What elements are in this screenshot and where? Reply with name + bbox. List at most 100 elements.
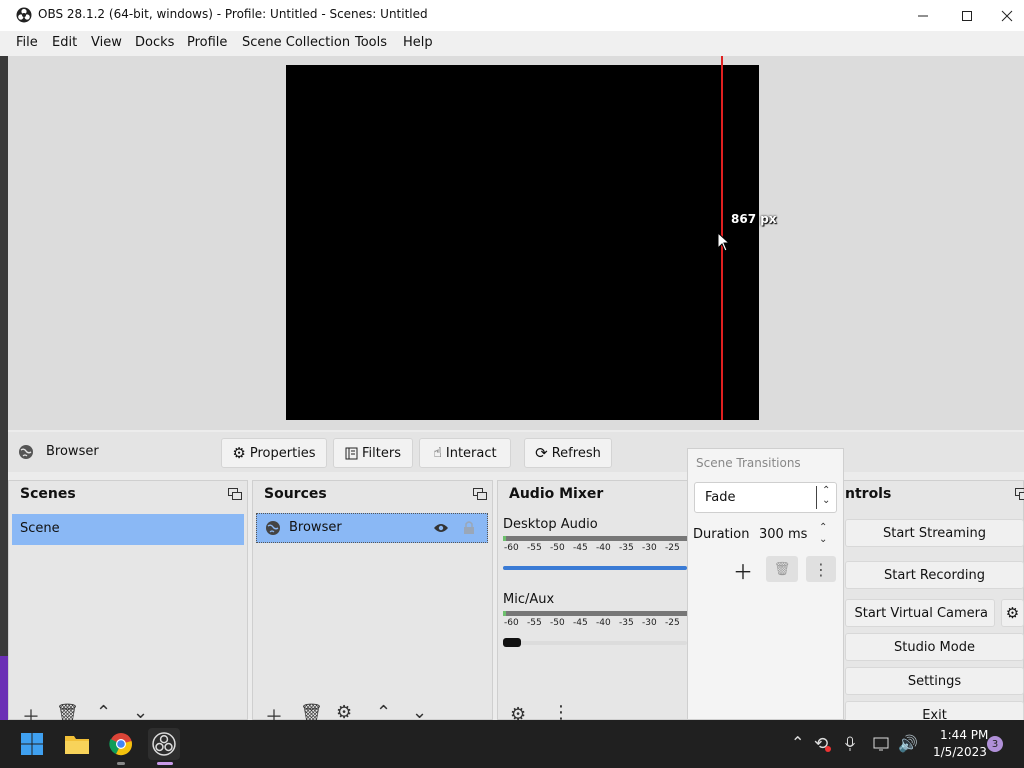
obs-logo-icon [152, 732, 176, 756]
virtual-camera-settings-gear-icon[interactable]: ⚙ [1001, 599, 1024, 627]
notification-badge[interactable]: 3 [987, 736, 1003, 752]
move-source-up-icon[interactable]: ⌃ [376, 702, 391, 720]
filters-button[interactable]: Filters [333, 438, 413, 468]
meter-tick-label: -40 [596, 543, 611, 553]
minimize-button[interactable] [900, 0, 946, 31]
remove-scene-icon[interactable]: 🗑 [56, 703, 79, 720]
close-button[interactable] [990, 0, 1024, 31]
desktop-audio-scale: -60 -55 -50 -45 -40 -35 -30 -25 [503, 543, 687, 555]
meter-tick-label: -25 [665, 543, 680, 553]
mic-aux-scale: -60 -55 -50 -45 -40 -35 -30 -25 [503, 618, 687, 630]
menu-help[interactable]: Help [403, 35, 433, 50]
obs-logo-icon [16, 7, 32, 23]
transition-properties-icon[interactable]: ⋮ [806, 556, 836, 582]
context-source-name: Browser [46, 444, 99, 459]
scene-list-item[interactable]: Scene [12, 514, 244, 545]
stepper-icon[interactable]: ⌃ ⌄ [819, 522, 827, 546]
chrome-button[interactable] [105, 728, 137, 760]
transition-select-value: Fade [705, 490, 736, 505]
studio-mode-button[interactable]: Studio Mode [845, 633, 1024, 661]
source-list-item[interactable]: Browser [256, 513, 488, 543]
add-scene-icon[interactable]: ＋ [22, 703, 40, 720]
sources-dock-title: Sources [264, 486, 327, 502]
interact-button[interactable]: ☝ Interact [419, 438, 511, 468]
start-virtual-camera-button[interactable]: Start Virtual Camera [845, 599, 995, 627]
duration-label: Duration [693, 527, 750, 542]
dock-float-icon[interactable] [473, 488, 487, 500]
clock-date[interactable]: 1/5/2023 [933, 745, 987, 759]
desktop-audio-meter-level [503, 536, 506, 541]
menu-profile[interactable]: Profile [187, 35, 227, 50]
lock-icon[interactable] [463, 520, 475, 535]
distance-measure-label: 867 px [731, 212, 777, 226]
duration-value: 300 ms [759, 527, 808, 542]
remove-transition-icon[interactable]: 🗑 [766, 556, 798, 582]
network-icon[interactable] [873, 736, 891, 752]
preview-canvas[interactable] [286, 65, 759, 420]
move-scene-up-icon[interactable]: ⌃ [96, 702, 111, 720]
microphone-icon[interactable] [844, 736, 856, 752]
folder-icon [65, 736, 89, 754]
mic-aux-volume-handle[interactable] [503, 638, 521, 647]
obs-taskbar-button[interactable] [148, 728, 180, 760]
volume-icon[interactable]: 🔊 [898, 734, 918, 753]
refresh-icon: ⟳ [535, 444, 548, 462]
clock-time[interactable]: 1:44 PM [940, 728, 988, 742]
mouse-cursor-icon [717, 232, 731, 252]
sync-alert-dot [825, 746, 831, 752]
mic-aux-label: Mic/Aux [503, 592, 555, 607]
hand-pointer-icon: ☝ [433, 445, 442, 461]
scene-item-label: Scene [20, 521, 60, 536]
advanced-audio-gear-icon[interactable]: ⚙ [510, 704, 526, 720]
add-transition-icon[interactable]: ＋ [733, 556, 753, 585]
remove-source-icon[interactable]: 🗑 [300, 703, 323, 720]
dock-float-icon[interactable] [228, 488, 242, 500]
meter-tick-label: -35 [619, 618, 634, 628]
start-recording-button[interactable]: Start Recording [845, 561, 1024, 589]
meter-tick-label: -25 [665, 618, 680, 628]
source-properties-gear-icon[interactable]: ⚙ [336, 702, 352, 720]
menu-edit[interactable]: Edit [52, 35, 77, 50]
title-bar: OBS 28.1.2 (64-bit, windows) - Profile: … [0, 0, 1024, 31]
meter-tick-label: -60 [504, 543, 519, 553]
maximize-button[interactable] [944, 0, 990, 31]
dock-float-icon[interactable] [1015, 488, 1024, 500]
globe-icon [19, 445, 33, 459]
exit-button[interactable]: Exit [845, 701, 1024, 720]
desktop-audio-label: Desktop Audio [503, 517, 598, 532]
add-source-icon[interactable]: ＋ [265, 703, 283, 720]
menu-scene-collection[interactable]: Scene Collection [242, 35, 350, 50]
show-hidden-icons-chevron-icon[interactable]: ⌃ [791, 733, 804, 752]
desktop-audio-volume-slider[interactable] [503, 566, 687, 570]
scene-transitions-dock: Scene Transitions Fade ⌃ ⌄ Duration 300 m… [687, 448, 844, 720]
mic-aux-meter [503, 611, 687, 616]
transition-select[interactable]: Fade ⌃ ⌄ [694, 482, 837, 513]
scene-transitions-title: Scene Transitions [696, 456, 801, 470]
more-options-icon[interactable]: ⋮ [552, 702, 570, 720]
file-explorer-button[interactable] [61, 728, 93, 760]
filter-icon [345, 447, 358, 459]
refresh-button[interactable]: ⟳ Refresh [524, 438, 612, 468]
meter-tick-label: -35 [619, 543, 634, 553]
meter-tick-label: -30 [642, 618, 657, 628]
start-button[interactable] [16, 728, 48, 760]
menu-view[interactable]: View [91, 35, 122, 50]
move-source-down-icon[interactable]: ⌄ [412, 702, 427, 720]
mic-aux-volume-slider[interactable] [503, 638, 687, 647]
menu-file[interactable]: File [16, 35, 38, 50]
menu-tools[interactable]: Tools [355, 35, 387, 50]
obs-active-indicator [157, 762, 173, 765]
properties-button[interactable]: ⚙ Properties [221, 438, 327, 468]
duration-spinbox[interactable]: 300 ms ⌃ ⌄ [751, 520, 837, 550]
menu-bar: File Edit View Docks Profile Scene Colle… [0, 31, 1024, 56]
move-scene-down-icon[interactable]: ⌄ [133, 702, 148, 720]
settings-button[interactable]: Settings [845, 667, 1024, 695]
menu-docks[interactable]: Docks [135, 35, 174, 50]
meter-tick-label: -50 [550, 618, 565, 628]
meter-tick-label: -45 [573, 618, 588, 628]
meter-tick-label: -55 [527, 543, 542, 553]
source-item-label: Browser [289, 520, 342, 535]
obs-window: OBS 28.1.2 (64-bit, windows) - Profile: … [0, 0, 1024, 720]
eye-icon[interactable] [433, 522, 449, 534]
start-streaming-button[interactable]: Start Streaming [845, 519, 1024, 547]
